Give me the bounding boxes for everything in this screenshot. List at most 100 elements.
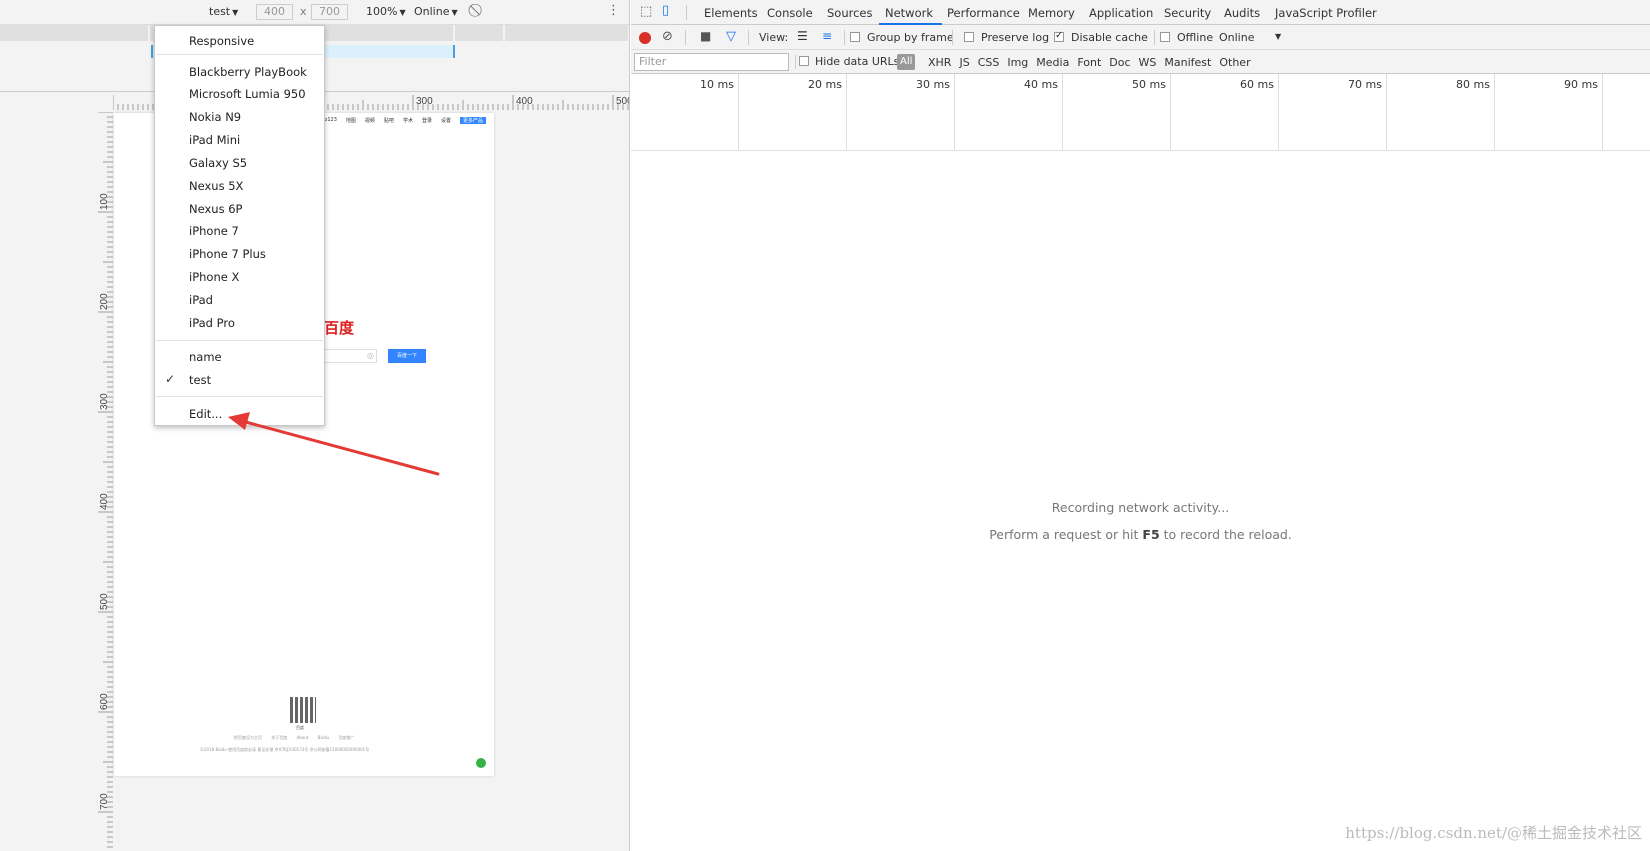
media-segment[interactable] xyxy=(455,25,505,41)
menu-item-device[interactable]: Blackberry PlayBook xyxy=(189,65,307,79)
device-toolbar-icon[interactable]: ▯ xyxy=(662,3,669,18)
filter-type-xhr[interactable]: XHR xyxy=(928,56,951,69)
record-icon[interactable] xyxy=(639,32,651,44)
tab-memory[interactable]: Memory xyxy=(1028,6,1075,20)
watermark: https://blog.csdn.net/@稀土掘金技术社区 xyxy=(1345,824,1642,842)
timeline-tick-label: 90 ms xyxy=(1564,78,1598,91)
dropdown-arrow-icon: ▼ xyxy=(451,8,458,17)
ruler-label: 700 xyxy=(99,793,110,810)
filter-type-font[interactable]: Font xyxy=(1077,56,1101,69)
filter-type-js[interactable]: JS xyxy=(959,56,969,69)
dimension-separator: x xyxy=(300,5,307,18)
media-segment[interactable] xyxy=(0,25,150,41)
emulated-footer-links[interactable]: 把百度设为主页 关于百度 About Baidu 百度推广 xyxy=(234,735,354,741)
menu-separator xyxy=(156,340,323,341)
nav-link[interactable]: 登录 xyxy=(422,117,432,124)
filter-type-manifest[interactable]: Manifest xyxy=(1164,56,1211,69)
more-options-icon[interactable]: ⋮ xyxy=(607,3,620,18)
menu-item-responsive[interactable]: Responsive xyxy=(189,34,254,48)
tab-sources[interactable]: Sources xyxy=(827,6,873,20)
ruler-label: 500 xyxy=(616,96,630,107)
timeline-tick-label: 60 ms xyxy=(1240,78,1274,91)
disable-cache-checkbox[interactable] xyxy=(1054,30,1064,42)
filter-type-img[interactable]: Img xyxy=(1007,56,1028,69)
height-input[interactable]: 700 xyxy=(311,4,348,20)
dropdown-arrow-icon[interactable]: ▼ xyxy=(1275,32,1281,41)
tab-audits[interactable]: Audits xyxy=(1224,6,1260,20)
nav-link[interactable]: 学术 xyxy=(403,117,413,124)
nav-link[interactable]: 贴吧 xyxy=(384,117,394,124)
view-label: View: xyxy=(759,31,789,44)
more-products-button[interactable]: 更多产品 xyxy=(459,117,486,124)
nav-link[interactable]: 地图 xyxy=(346,117,356,124)
media-segment[interactable] xyxy=(505,25,629,41)
offline-checkbox[interactable] xyxy=(1160,32,1170,42)
menu-item-device[interactable]: iPhone X xyxy=(189,270,239,284)
group-by-frame-checkbox[interactable] xyxy=(850,32,860,42)
timeline-tick-label: 40 ms xyxy=(1024,78,1058,91)
menu-item-device[interactable]: iPad Pro xyxy=(189,316,235,330)
waterfall-icon[interactable]: ≡ xyxy=(822,29,832,43)
width-input[interactable]: 400 xyxy=(256,4,293,20)
ruler-label: 100 xyxy=(99,193,110,210)
menu-item-custom[interactable]: name xyxy=(189,350,222,364)
ruler-label: 400 xyxy=(99,493,110,510)
nav-link[interactable]: 视频 xyxy=(365,117,375,124)
menu-item-device[interactable]: iPhone 7 Plus xyxy=(189,247,266,261)
throttling-select[interactable]: Online xyxy=(1219,31,1254,44)
toolbar-divider xyxy=(952,30,953,45)
toolbar-divider xyxy=(686,5,687,20)
zoom-select[interactable]: 100% ▼ xyxy=(366,5,406,18)
tab-performance[interactable]: Performance xyxy=(947,6,1020,20)
tab-elements[interactable]: Elements xyxy=(704,6,758,20)
hide-data-urls-checkbox[interactable] xyxy=(799,56,809,66)
clear-icon[interactable]: ⊘ xyxy=(662,29,673,44)
tab-console[interactable]: Console xyxy=(767,6,813,20)
shield-icon[interactable] xyxy=(476,758,486,768)
filter-type-doc[interactable]: Doc xyxy=(1109,56,1130,69)
camera-icon[interactable]: ◎ xyxy=(367,351,374,360)
devtools-pane: ⬚ ▯ Elements Console Sources Network Per… xyxy=(631,0,1650,851)
network-overview-timeline[interactable]: 10 ms 20 ms 30 ms 40 ms 50 ms 60 ms 70 ms 80 ms… xyxy=(631,74,1650,151)
device-select[interactable]: test ▼ xyxy=(209,5,238,18)
menu-item-device[interactable]: iPad Mini xyxy=(189,133,240,147)
emulated-footer-legal: ©2018 Baidu 使用百度前必读 意见反馈 京ICP证030173号 京公… xyxy=(200,747,370,752)
menu-item-device[interactable]: Microsoft Lumia 950 xyxy=(189,87,306,101)
nav-link[interactable]: 设置 xyxy=(441,117,451,124)
filter-type-ws[interactable]: WS xyxy=(1139,56,1157,69)
ruler-label: 200 xyxy=(99,293,110,310)
filter-bar: Filter Hide data URLs All XHR JS CSS Img… xyxy=(631,50,1650,74)
toolbar-divider xyxy=(795,55,796,69)
menu-item-device[interactable]: Nexus 5X xyxy=(189,179,243,193)
menu-item-device[interactable]: iPhone 7 xyxy=(189,224,239,238)
timeline-tick-label: 70 ms xyxy=(1348,78,1382,91)
tab-security[interactable]: Security xyxy=(1164,6,1211,20)
preserve-log-checkbox[interactable] xyxy=(964,32,974,42)
toolbar-divider xyxy=(748,30,749,45)
menu-item-device[interactable]: iPad xyxy=(189,293,213,307)
menu-item-device[interactable]: Nokia N9 xyxy=(189,110,241,124)
tab-javascript-profiler[interactable]: JavaScript Profiler xyxy=(1275,6,1377,20)
throttle-select[interactable]: Online ▼ xyxy=(414,5,458,18)
qr-code xyxy=(290,697,316,723)
emulated-search-button[interactable]: 百度一下 xyxy=(388,349,426,363)
emulated-nav: hao123 地图 视频 贴吧 学术 登录 设置 更多产品 xyxy=(318,117,486,124)
tab-network[interactable]: Network xyxy=(885,6,933,20)
timeline-tick-label: 10 ms xyxy=(700,78,734,91)
filter-type-other[interactable]: Other xyxy=(1219,56,1250,69)
menu-item-edit[interactable]: Edit... xyxy=(189,407,222,421)
timeline-tick-label: 80 ms xyxy=(1456,78,1490,91)
timeline-tick-label: 30 ms xyxy=(916,78,950,91)
menu-item-device[interactable]: Galaxy S5 xyxy=(189,156,247,170)
tab-application[interactable]: Application xyxy=(1089,6,1153,20)
inspect-element-icon[interactable]: ⬚ xyxy=(640,4,652,19)
filter-type-css[interactable]: CSS xyxy=(978,56,1000,69)
large-rows-icon[interactable]: ☰ xyxy=(797,29,808,43)
filter-type-all[interactable]: All xyxy=(897,54,916,70)
screenshot-camera-icon[interactable]: ■ xyxy=(700,29,711,43)
filter-icon[interactable]: ▽ xyxy=(726,29,736,44)
filter-type-media[interactable]: Media xyxy=(1036,56,1069,69)
menu-item-device[interactable]: Nexus 6P xyxy=(189,202,242,216)
filter-input[interactable]: Filter xyxy=(634,53,789,71)
menu-item-custom[interactable]: test xyxy=(189,373,211,387)
